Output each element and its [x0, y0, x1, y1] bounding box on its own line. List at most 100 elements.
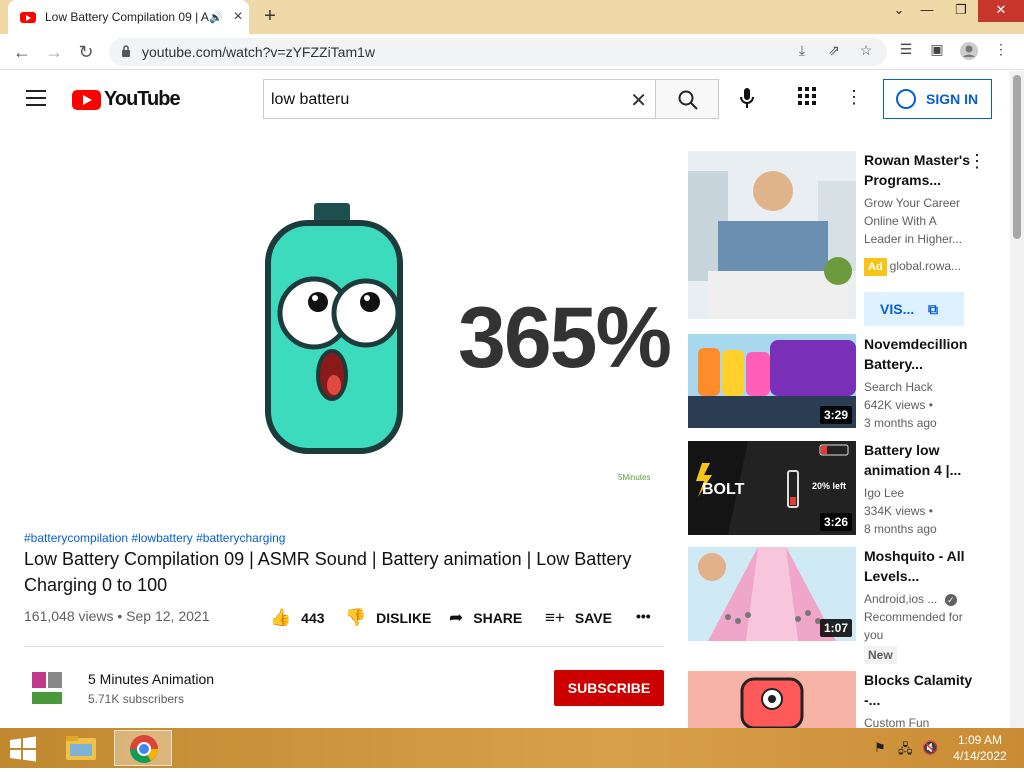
video-player[interactable]: 365% 5Minutes	[24, 151, 672, 512]
video-hashtags[interactable]: #batterycompilation #lowbattery #battery…	[24, 531, 285, 545]
profile-icon[interactable]	[958, 41, 980, 63]
like-button[interactable]: 👍 443	[270, 608, 325, 628]
network-icon[interactable]: 🖧	[898, 740, 913, 762]
youtube-logo[interactable]: YouTube	[72, 88, 181, 111]
back-arrow-icon[interactable]: ←	[10, 40, 34, 64]
ad-description: Grow Your Career Online With A Leader in…	[864, 196, 963, 246]
side-panel-icon[interactable]: ▣	[926, 41, 948, 63]
verified-check-icon: ✓	[944, 594, 957, 606]
restore-button[interactable]: ❐	[944, 0, 978, 22]
video-duration: 3:26	[819, 513, 852, 531]
ad-kebab-icon[interactable]: ⋮	[968, 151, 986, 172]
video-duration: 3:29	[819, 406, 852, 424]
recommendation-age: 3 months ago	[864, 416, 937, 430]
browser-menu-icon[interactable]: ⋮	[990, 41, 1012, 63]
recommendation-title[interactable]: Novemdecillion Battery...	[864, 334, 974, 374]
recommendation-channel-row[interactable]: Android,ios ... ✓	[864, 590, 974, 608]
recommendation-channel[interactable]: Custom Fun	[864, 714, 974, 728]
minimize-button[interactable]: —	[910, 0, 944, 22]
url-text: youtube.com/watch?v=zYFZZiTam1w	[142, 44, 376, 60]
search-icon	[678, 90, 698, 110]
chrome-taskbar-icon[interactable]	[114, 730, 172, 766]
youtube-favicon-icon	[20, 11, 36, 23]
browser-toolbar: ← → ↻ youtube.com/watch?v=zYFZZiTam1w ⤓ …	[0, 34, 1024, 70]
share-icon[interactable]: ⇗	[823, 42, 845, 62]
reload-icon[interactable]: ↻	[74, 40, 98, 64]
subscriber-count: 5.71K subscribers	[88, 692, 185, 706]
ad-title[interactable]: Rowan Master's Programs...	[864, 150, 974, 190]
share-arrow-icon: ➦	[449, 608, 464, 627]
bookmark-star-icon[interactable]: ☆	[855, 42, 877, 62]
recommendation-views: Recommended for you	[864, 610, 963, 642]
recommendation-channel[interactable]: Search Hack	[864, 378, 974, 396]
close-tab-icon[interactable]: ×	[227, 8, 249, 26]
browser-titlebar: Low Battery Compilation 09 | ASMR Sound …	[0, 0, 1024, 34]
recommendation-views: 642K views •	[864, 398, 933, 412]
dislike-button[interactable]: 👎 DISLIKE	[345, 608, 431, 628]
scrollbar-thumb[interactable]	[1013, 75, 1021, 239]
battery-percent-overlay: 365%	[458, 290, 672, 386]
hamburger-menu-icon[interactable]	[26, 90, 46, 106]
tab-title: Low Battery Compilation 09 | ASMR Sound …	[45, 10, 209, 24]
clock-date: 4/14/2022	[953, 749, 1007, 763]
recommendation-age: 8 months ago	[864, 522, 937, 536]
install-icon[interactable]: ⤓	[791, 42, 813, 62]
close-window-button[interactable]: ✕	[978, 0, 1024, 22]
action-center-icon[interactable]: ⚑	[874, 740, 886, 756]
video-duration: 1:07	[819, 619, 852, 637]
search-input[interactable]: low batteru ✕	[263, 79, 656, 119]
recommendation-thumbnail[interactable]: 3:29	[688, 334, 856, 428]
windows-start-icon[interactable]	[8, 736, 38, 762]
lock-icon	[122, 45, 130, 57]
external-link-icon: ⧉	[928, 301, 938, 317]
recommendation-title[interactable]: Blocks Calamity -...	[864, 670, 974, 710]
apps-grid-icon[interactable]	[795, 87, 819, 111]
recommendation-views: 334K views •	[864, 504, 933, 518]
channel-name[interactable]: 5 Minutes Animation	[88, 671, 214, 687]
windows-taskbar: ⚑ 🖧 🔇 1:09 AM 4/14/2022	[0, 728, 1024, 768]
thumbnail-text-bolt: BOLT	[702, 481, 745, 498]
microphone-icon[interactable]	[735, 87, 759, 111]
youtube-header: YouTube low batteru ✕ ⋮ SIGN IN	[0, 71, 1010, 127]
ad-thumbnail[interactable]	[688, 151, 856, 319]
sign-in-button[interactable]: SIGN IN	[883, 79, 992, 119]
channel-avatar[interactable]	[30, 668, 66, 706]
recommendation-thumbnail[interactable]: 1:07	[688, 547, 856, 641]
channel-watermark: 5Minutes	[618, 473, 651, 482]
ad-visit-button[interactable]: VIS... ⧉	[864, 292, 964, 326]
recommendation-channel[interactable]: Igo Lee	[864, 484, 974, 502]
battery-character-image	[265, 203, 403, 454]
recommendation-title[interactable]: Battery low animation 4 |...	[864, 440, 974, 480]
new-tab-button[interactable]: +	[258, 4, 282, 28]
recommendation-thumbnail[interactable]	[688, 671, 856, 728]
more-actions-button[interactable]: •••	[636, 608, 651, 624]
settings-kebab-icon[interactable]: ⋮	[842, 87, 866, 111]
account-icon	[896, 89, 916, 109]
speaker-icon[interactable]: 🔊	[209, 11, 227, 24]
clock-time: 1:09 AM	[957, 733, 1003, 747]
search-value: low batteru	[271, 91, 350, 108]
view-count-date: 161,048 views • Sep 12, 2021	[24, 608, 210, 624]
ad-domain-row: Ad global.rowa...	[864, 257, 974, 276]
browser-tab[interactable]: Low Battery Compilation 09 | ASMR Sound …	[8, 0, 249, 34]
thumbs-down-icon: 👎	[345, 608, 367, 627]
system-clock[interactable]: 1:09 AM 4/14/2022	[950, 732, 1010, 764]
search-button[interactable]	[655, 79, 719, 119]
recommendation-thumbnail[interactable]: BOLT 20% left 3:26	[688, 441, 856, 535]
share-button[interactable]: ➦ SHARE	[449, 608, 522, 628]
forward-arrow-icon[interactable]: →	[42, 40, 66, 64]
reading-list-icon[interactable]: ☰	[895, 41, 917, 63]
address-bar[interactable]: youtube.com/watch?v=zYFZZiTam1w ⤓ ⇗ ☆	[109, 38, 887, 66]
volume-muted-icon[interactable]: 🔇	[922, 740, 938, 756]
save-button[interactable]: ≡+ SAVE	[545, 608, 612, 628]
ad-badge: Ad	[864, 258, 887, 276]
clear-search-icon[interactable]: ✕	[630, 88, 647, 113]
recommendation-title[interactable]: Moshquito - All Levels...	[864, 546, 974, 586]
subscribe-button[interactable]: SUBSCRIBE	[554, 670, 664, 706]
divider	[24, 646, 664, 647]
file-explorer-taskbar-icon[interactable]	[52, 730, 110, 766]
thumbnail-text-percent: 20% left	[812, 481, 847, 491]
video-title: Low Battery Compilation 09 | ASMR Sound …	[24, 549, 632, 595]
thumbs-up-icon: 👍	[270, 608, 292, 627]
page-scrollbar[interactable]	[1010, 71, 1024, 728]
